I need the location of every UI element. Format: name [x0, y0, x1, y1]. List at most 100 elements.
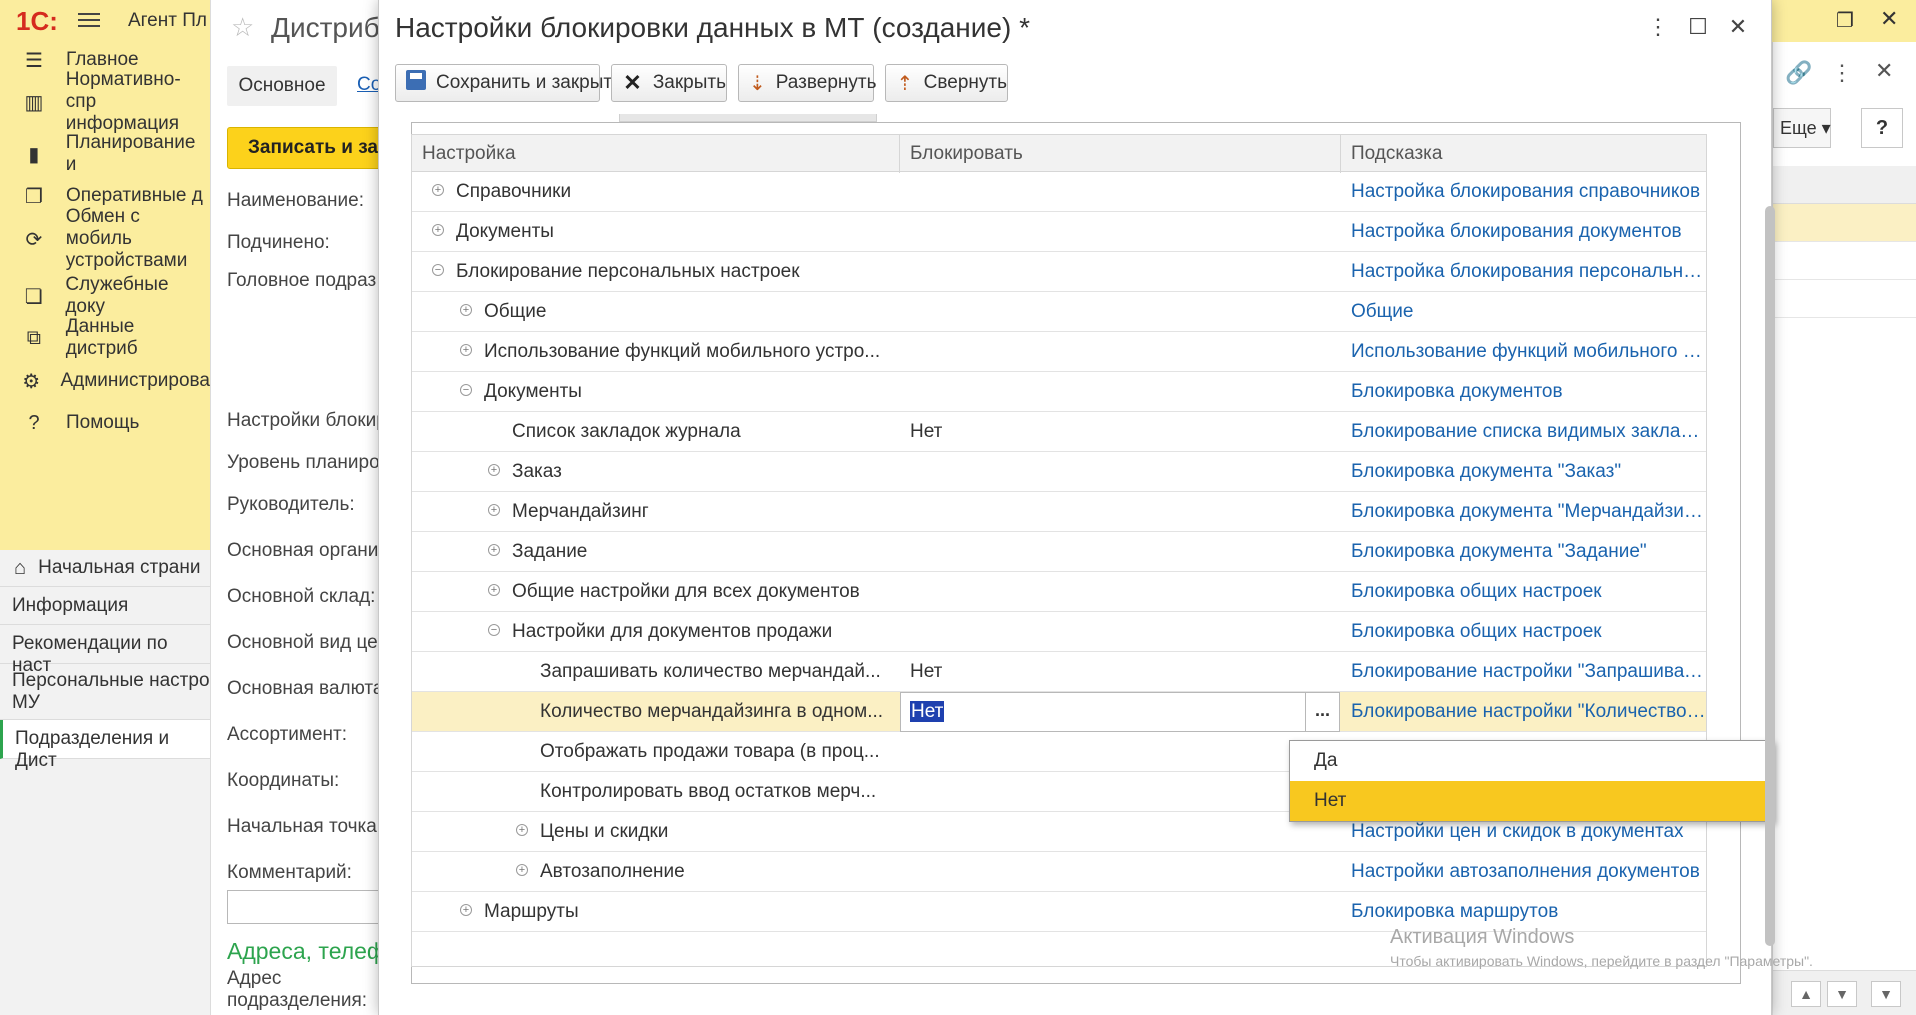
collapse-button[interactable]: ⇡ Свернуть — [885, 64, 1008, 102]
comment-input[interactable] — [227, 890, 378, 924]
block-value-input[interactable]: Нет — [910, 701, 945, 722]
expand-node-icon[interactable]: + — [432, 183, 444, 196]
expand-node-icon[interactable]: + — [460, 343, 472, 356]
tree-row[interactable]: + Общие Общие — [412, 292, 1706, 332]
tree-row[interactable]: + Использование функций мобильного устро.… — [412, 332, 1706, 372]
expand-node-icon[interactable]: + — [460, 303, 472, 316]
expand-node-icon[interactable]: + — [488, 543, 500, 556]
block-value-cell[interactable] — [900, 812, 1340, 852]
expand-button[interactable]: ⇣ Развернуть — [738, 64, 876, 102]
hint-link[interactable]: Блокировка общих настроек — [1341, 572, 1706, 612]
collapse-node-icon[interactable]: − — [488, 623, 500, 636]
block-value-editor[interactable]: Нет — [900, 692, 1306, 732]
column-header-block[interactable]: Блокировать — [900, 135, 1341, 173]
sidebar-item[interactable]: ▮ Планирование и — [0, 132, 210, 176]
expand-node-icon[interactable]: + — [488, 503, 500, 516]
more-actions-icon[interactable]: ⋮ — [1643, 14, 1673, 40]
hint-link[interactable]: Настройка блокирования персональных... — [1341, 252, 1706, 292]
block-value-cell[interactable] — [900, 532, 1340, 572]
block-value-cell[interactable] — [900, 212, 1340, 252]
hint-link[interactable]: Настройки автозаполнения документов — [1341, 852, 1706, 892]
column-header-hint[interactable]: Подсказка — [1341, 135, 1706, 173]
nav-item[interactable]: Рекомендации по наст — [0, 625, 210, 676]
link-icon[interactable]: 🔗 — [1785, 60, 1812, 86]
list-row[interactable] — [1773, 242, 1916, 280]
scroll-down-icon[interactable]: ▼ — [1827, 981, 1857, 1007]
hint-link[interactable]: Блокировка документов — [1341, 372, 1706, 412]
help-button[interactable]: ? — [1861, 108, 1903, 148]
tree-row[interactable]: Список закладок журнала Нет Блокирование с… — [412, 412, 1706, 452]
block-value-cell[interactable]: Нет — [900, 412, 1340, 452]
block-value-cell[interactable] — [900, 252, 1340, 292]
more-vertical-icon[interactable]: ⋮ — [1831, 60, 1853, 86]
close-icon[interactable]: ✕ — [1875, 58, 1893, 84]
sidebar-item[interactable]: ⚙ Администрирова — [0, 359, 210, 403]
tree-row[interactable]: + Автозаполнение Настройки автозаполнения … — [412, 852, 1706, 892]
tab-link[interactable]: Со — [357, 74, 378, 96]
save-and-close-button[interactable]: Сохранить и закрыть — [395, 64, 622, 102]
tree-row[interactable]: − Документы Блокировка документов — [412, 372, 1706, 412]
list-row[interactable] — [1773, 204, 1916, 242]
block-value-cell[interactable] — [900, 892, 1340, 932]
expand-node-icon[interactable]: + — [516, 823, 528, 836]
window-close-icon[interactable]: ✕ — [1880, 6, 1898, 32]
collapse-node-icon[interactable]: − — [432, 263, 444, 276]
tree-row[interactable]: + Задание Блокировка документа "Задание" — [412, 532, 1706, 572]
list-row[interactable] — [1773, 280, 1916, 318]
sidebar-item[interactable]: ❏ Служебные доку — [0, 274, 210, 318]
block-value-cell[interactable] — [900, 852, 1340, 892]
expand-node-icon[interactable]: + — [432, 223, 444, 236]
nav-item[interactable]: Персональные настро МУ — [0, 664, 210, 720]
favorite-star-icon[interactable]: ☆ — [231, 12, 254, 43]
vertical-scrollbar[interactable] — [1763, 146, 1777, 986]
sidebar-item[interactable]: ▥ Нормативно-спр информация — [0, 69, 210, 134]
block-value-cell[interactable] — [900, 292, 1340, 332]
hint-link[interactable]: Блокирование списка видимых закладо... — [1341, 412, 1706, 452]
write-and-close-button[interactable]: Записать и за — [227, 127, 378, 169]
choice-button[interactable]: ... — [1306, 692, 1340, 732]
dropdown-option[interactable]: Нет — [1290, 781, 1773, 821]
tree-row[interactable]: + Документы Настройка блокирования докумен… — [412, 212, 1706, 252]
hint-link[interactable]: Настройка блокирования документов — [1341, 212, 1706, 252]
sidebar-item[interactable]: ⧉ Данные дистриб — [0, 316, 210, 360]
scroll-up-icon[interactable]: ▲ — [1791, 981, 1821, 1007]
sidebar-item[interactable]: ? Помощь — [0, 401, 210, 445]
block-value-cell[interactable] — [900, 572, 1340, 612]
nav-home-item[interactable]: ⌂ Начальная страни — [0, 550, 210, 587]
block-value-cell[interactable] — [900, 492, 1340, 532]
block-value-cell[interactable] — [900, 172, 1340, 212]
tree-row[interactable]: Запрашивать количество мерчандай... Нет Бл… — [412, 652, 1706, 692]
hint-link[interactable]: Блокирование настройки "Количество м... — [1341, 692, 1706, 732]
close-button[interactable]: ✕ Закрыть — [611, 64, 727, 102]
hint-link[interactable]: Общие — [1341, 292, 1706, 332]
window-restore-icon[interactable]: ❐ — [1836, 8, 1854, 33]
scroll-end-icon[interactable]: ▼ — [1871, 981, 1901, 1007]
hint-link[interactable]: Использование функций мобильного ус... — [1341, 332, 1706, 372]
expand-node-icon[interactable]: + — [460, 903, 472, 916]
collapse-node-icon[interactable]: − — [460, 383, 472, 396]
nav-item[interactable]: Информация — [0, 587, 210, 625]
block-value-cell[interactable]: Нет — [900, 652, 1340, 692]
block-value-cell[interactable] — [900, 332, 1340, 372]
sidebar-item[interactable]: ⟳ Обмен с мобиль устройствами — [0, 206, 210, 271]
hint-link[interactable]: Блокировка документа "Мерчандайзинг" — [1341, 492, 1706, 532]
hint-link[interactable]: Блокирование настройки "Запрашивать... — [1341, 652, 1706, 692]
maximize-icon[interactable]: ☐ — [1683, 14, 1713, 40]
tree-row[interactable]: + Мерчандайзинг Блокировка документа "Мерч… — [412, 492, 1706, 532]
expand-node-icon[interactable]: + — [516, 863, 528, 876]
hint-link[interactable]: Блокировка документа "Задание" — [1341, 532, 1706, 572]
hint-link[interactable]: Блокировка документа "Заказ" — [1341, 452, 1706, 492]
block-value-cell[interactable] — [900, 452, 1340, 492]
more-button[interactable]: Еще ▾ — [1773, 108, 1831, 148]
tree-row[interactable]: − Настройки для документов продажи Блокиро… — [412, 612, 1706, 652]
expand-node-icon[interactable]: + — [488, 583, 500, 596]
block-value-cell[interactable] — [900, 772, 1340, 812]
tree-row-selected[interactable]: Количество мерчандайзинга в одном... Нет.… — [412, 692, 1706, 732]
close-icon[interactable]: ✕ — [1723, 14, 1753, 40]
expand-node-icon[interactable]: + — [488, 463, 500, 476]
scrollbar-thumb[interactable] — [1765, 206, 1775, 946]
dropdown-option[interactable]: Да — [1290, 741, 1773, 781]
hamburger-menu-icon[interactable] — [78, 9, 100, 31]
tree-row[interactable]: + Справочники Настройка блокирования справ… — [412, 172, 1706, 212]
block-value-cell[interactable] — [900, 612, 1340, 652]
